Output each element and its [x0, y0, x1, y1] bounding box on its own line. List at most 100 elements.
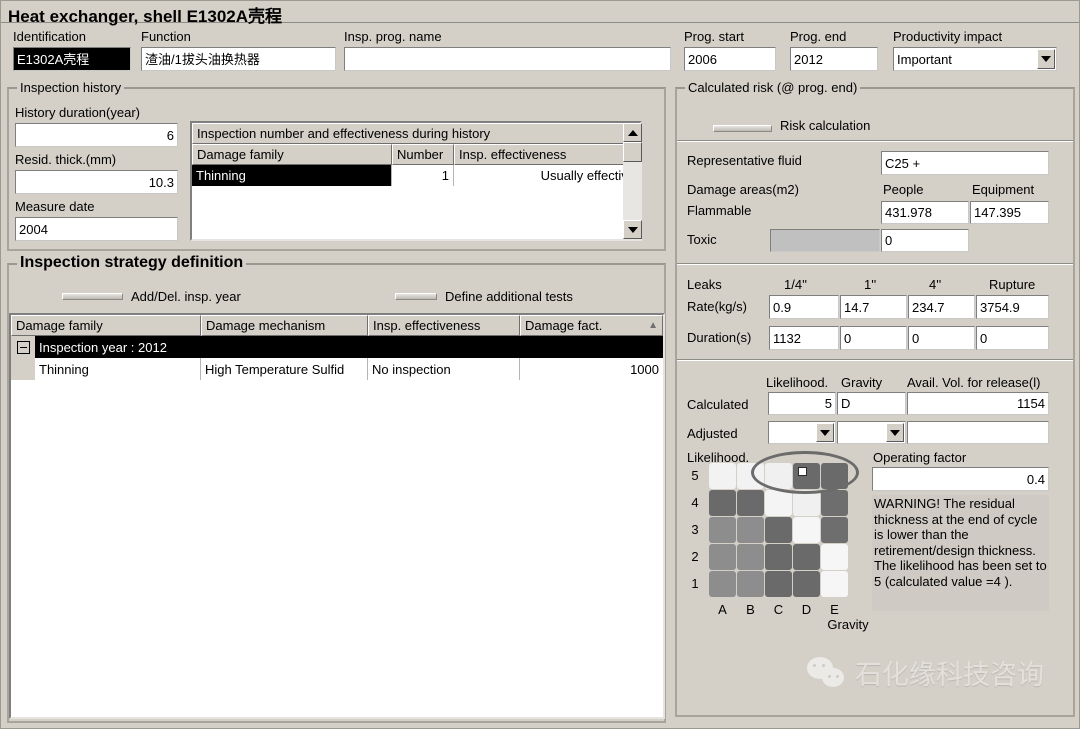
cell-damage-family[interactable]: Thinning	[35, 358, 201, 380]
column-header-insp-effectiveness[interactable]: Insp. effectiveness	[454, 144, 640, 165]
adjusted-likelihood-select[interactable]	[768, 421, 836, 444]
add-del-insp-year-button[interactable]	[62, 293, 123, 300]
duration-rupture-input[interactable]: 0	[976, 326, 1049, 350]
matrix-cell-B4[interactable]	[737, 490, 764, 516]
matrix-cell-D3[interactable]	[793, 517, 820, 543]
leak-col-rupture: Rupture	[989, 278, 1035, 291]
leak-col-one: 1''	[864, 278, 876, 291]
matrix-cell-A4[interactable]	[709, 490, 736, 516]
scroll-down-icon[interactable]	[623, 220, 642, 239]
matrix-cell-C1[interactable]	[765, 571, 792, 597]
measure-date-label: Measure date	[15, 200, 95, 213]
matrix-col-label-D: D	[793, 602, 820, 617]
divider	[677, 140, 1073, 142]
cell-number[interactable]: 1	[392, 165, 454, 186]
calculated-label: Calculated	[687, 398, 748, 411]
calculated-gravity-input[interactable]: D	[837, 392, 906, 415]
adjusted-label: Adjusted	[687, 427, 738, 440]
prog-end-label: Prog. end	[790, 30, 846, 43]
resid-thick-label: Resid. thick.(mm)	[15, 153, 116, 166]
duration-quarter-input[interactable]: 1132	[769, 326, 839, 350]
column-header-damage-family[interactable]: Damage family	[11, 315, 201, 336]
adjusted-gravity-select[interactable]	[837, 421, 906, 444]
flammable-equipment-input[interactable]: 147.395	[970, 201, 1049, 224]
column-header-damage-mechanism[interactable]: Damage mechanism	[201, 315, 368, 336]
cell-insp-effectiveness[interactable]: Usually effective	[454, 165, 640, 186]
matrix-cell-D2[interactable]	[793, 544, 820, 570]
rate-one-input[interactable]: 14.7	[840, 295, 907, 319]
matrix-cell-E1[interactable]	[821, 571, 848, 597]
adjusted-volume-input[interactable]	[907, 421, 1049, 444]
chevron-down-icon[interactable]	[886, 423, 904, 442]
column-header-number[interactable]: Number	[392, 144, 454, 165]
insp-prog-name-input[interactable]	[344, 47, 671, 71]
measure-date-input[interactable]: 2004	[15, 217, 178, 241]
inspection-history-caption-row: Inspection number and effectiveness duri…	[192, 123, 640, 144]
chevron-down-icon[interactable]	[1037, 49, 1055, 69]
risk-calculation-button[interactable]	[713, 125, 772, 132]
operating-factor-input[interactable]: 0.4	[872, 467, 1049, 491]
column-header-insp-effectiveness[interactable]: Insp. effectiveness	[368, 315, 520, 336]
prog-end-input[interactable]: 2012	[790, 47, 878, 71]
table-row[interactable]: Thinning 1 Usually effective	[192, 165, 640, 186]
matrix-cell-A2[interactable]	[709, 544, 736, 570]
rate-four-input[interactable]: 234.7	[908, 295, 975, 319]
strategy-group-row[interactable]: Inspection year : 2012	[11, 336, 663, 358]
calculated-volume-input[interactable]: 1154	[907, 392, 1049, 415]
inspection-history-title: Inspection history	[17, 80, 124, 95]
strategy-header-row: Damage family Damage mechanism Insp. eff…	[11, 315, 663, 336]
matrix-cell-B1[interactable]	[737, 571, 764, 597]
matrix-cell-B3[interactable]	[737, 517, 764, 543]
cell-damage-family[interactable]: Thinning	[192, 165, 392, 186]
matrix-cell-E4[interactable]	[821, 490, 848, 516]
column-header-damage-fact[interactable]: Damage fact. ▲	[520, 315, 663, 336]
cell-damage-mechanism[interactable]: High Temperature Sulfid	[201, 358, 368, 380]
productivity-impact-select[interactable]: Important	[893, 47, 1057, 71]
matrix-cell-E2[interactable]	[821, 544, 848, 570]
matrix-cell-C4[interactable]	[765, 490, 792, 516]
matrix-cell-A1[interactable]	[709, 571, 736, 597]
toxic-equipment-input[interactable]: 0	[881, 229, 969, 252]
scroll-up-icon[interactable]	[623, 123, 642, 142]
divider	[677, 359, 1073, 361]
collapse-icon[interactable]	[17, 341, 30, 354]
duration-label: Duration(s)	[687, 331, 751, 344]
matrix-cell-A5[interactable]	[709, 463, 736, 489]
risk-matrix[interactable]: 54321ABCDE	[687, 463, 847, 623]
representative-fluid-label: Representative fluid	[687, 154, 802, 167]
column-header-damage-family[interactable]: Damage family	[192, 144, 392, 165]
warning-message: WARNING! The residual thickness at the e…	[872, 495, 1049, 611]
matrix-cell-C3[interactable]	[765, 517, 792, 543]
cell-insp-effectiveness[interactable]: No inspection	[368, 358, 520, 380]
matrix-cell-C2[interactable]	[765, 544, 792, 570]
function-input[interactable]: 渣油/1拔头油换热器	[141, 47, 336, 71]
cell-damage-fact[interactable]: 1000	[520, 358, 663, 380]
resid-thick-input[interactable]: 10.3	[15, 170, 178, 194]
matrix-cell-E3[interactable]	[821, 517, 848, 543]
function-label: Function	[141, 30, 191, 43]
table-row[interactable]: Thinning High Temperature Sulfid No insp…	[11, 358, 663, 380]
volume-header: Avail. Vol. for release(l)	[907, 376, 1040, 389]
identification-input[interactable]: E1302A壳程	[13, 47, 131, 71]
matrix-row-label-4: 4	[687, 495, 703, 510]
duration-four-input[interactable]: 0	[908, 326, 975, 350]
collapse-cell[interactable]	[11, 336, 35, 358]
history-duration-input[interactable]: 6	[15, 123, 178, 147]
scrollbar-thumb[interactable]	[623, 142, 642, 162]
representative-fluid-input[interactable]: C25 +	[881, 151, 1049, 175]
chevron-down-icon[interactable]	[816, 423, 834, 442]
prog-start-input[interactable]: 2006	[684, 47, 776, 71]
matrix-cell-A3[interactable]	[709, 517, 736, 543]
define-additional-tests-button[interactable]	[395, 293, 437, 300]
duration-one-input[interactable]: 0	[840, 326, 907, 350]
rate-quarter-input[interactable]: 0.9	[769, 295, 839, 319]
matrix-row-label-3: 3	[687, 522, 703, 537]
rate-rupture-input[interactable]: 3754.9	[976, 295, 1049, 319]
matrix-selection-highlight	[751, 451, 859, 494]
flammable-people-input[interactable]: 431.978	[881, 201, 969, 224]
calculated-likelihood-input[interactable]: 5	[768, 392, 836, 415]
matrix-cell-B2[interactable]	[737, 544, 764, 570]
inspection-history-scrollbar[interactable]	[623, 123, 642, 239]
sort-ascending-icon: ▲	[648, 320, 658, 331]
matrix-cell-D1[interactable]	[793, 571, 820, 597]
